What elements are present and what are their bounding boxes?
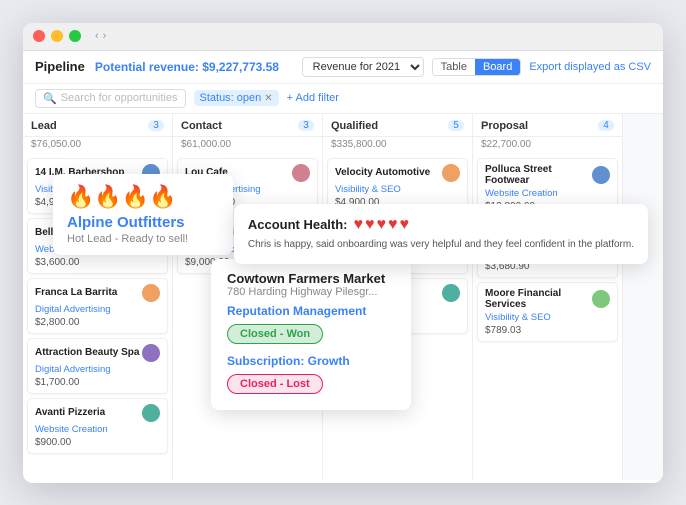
pipeline-title: Pipeline [35,59,85,74]
health-text: Chris is happy, said onboarding was very… [248,238,634,252]
app-window: ‹ › Pipeline Potential revenue: $9,227,7… [23,23,663,483]
closed-won-badge: Closed - Won [227,324,323,344]
heart-icon: ♥ [365,216,375,234]
heart-icon: ♥ [377,216,387,234]
search-box[interactable]: 🔍 Search for opportunities [35,89,186,108]
export-button[interactable]: Export displayed as CSV [529,61,651,73]
toolbar: Pipeline Potential revenue: $9,227,773.5… [23,51,663,84]
title-bar: ‹ › [23,23,663,51]
list-item[interactable]: Avanti Pizzeria Website Creation $900.00 [27,398,168,454]
view-toggle: Table Board [432,58,522,76]
avatar [442,284,460,302]
avatar [142,404,160,422]
board-area: Lead 3 $76,050.00 14 I.M. Barbershop Vis… [23,114,663,480]
deal-company-name: Cowtown Farmers Market [227,271,395,286]
close-button[interactable] [33,30,45,42]
filter-bar: 🔍 Search for opportunities Status: open … [23,84,663,114]
revenue-year-dropdown[interactable]: Revenue for 2021 [302,57,424,77]
avatar [592,166,610,184]
qualified-column-header: Qualified 5 [323,114,472,137]
hot-lead-tooltip: 🔥🔥🔥🔥 Alpine Outfitters Hot Lead - Ready … [53,174,233,255]
forward-arrow-icon[interactable]: › [103,30,107,42]
heart-icon: ♥ [388,216,398,234]
avatar [142,344,160,362]
deal-service1: Reputation Management [227,304,395,318]
avatar [142,284,160,302]
deal-address: 780 Harding Highway Pilesgr... [227,286,395,298]
list-item[interactable]: Moore Financial Services Visibility & SE… [477,282,618,342]
search-icon: 🔍 [43,92,57,105]
deal-service2: Subscription: Growth [227,354,395,368]
lead-column: Lead 3 $76,050.00 14 I.M. Barbershop Vis… [23,114,173,480]
closed-lost-badge: Closed - Lost [227,374,323,394]
minimize-button[interactable] [51,30,63,42]
avatar [442,164,460,182]
back-arrow-icon[interactable]: ‹ [95,30,99,42]
proposal-column: Proposal 4 $22,700.00 Polluca Street Foo… [473,114,623,480]
maximize-button[interactable] [69,30,81,42]
board-view-button[interactable]: Board [475,59,520,75]
hot-company-name: Alpine Outfitters [67,214,219,231]
list-item[interactable]: Franca La Barrita Digital Advertising $2… [27,278,168,334]
status-filter-chip[interactable]: Status: open ✕ [194,90,279,106]
hot-label: Hot Lead - Ready to sell! [67,233,219,245]
hearts-row: ♥ ♥ ♥ ♥ ♥ [354,216,410,234]
remove-filter-icon[interactable]: ✕ [264,93,272,104]
table-view-button[interactable]: Table [433,59,475,75]
proposal-column-header: Proposal 4 [473,114,622,137]
deal-tooltip: Cowtown Farmers Market 780 Harding Highw… [211,259,411,410]
add-filter-button[interactable]: + Add filter [287,92,339,104]
search-placeholder: Search for opportunities [61,92,178,104]
health-title: Account Health: ♥ ♥ ♥ ♥ ♥ [248,216,634,234]
proposal-cards: Polluca Street Footwear Website Creation… [473,154,622,480]
contact-column-header: Contact 3 [173,114,322,137]
heart-icon: ♥ [400,216,410,234]
heart-icon: ♥ [354,216,364,234]
list-item[interactable]: Attraction Beauty Spa Digital Advertisin… [27,338,168,394]
revenue-label: Potential revenue: $9,227,773.58 [95,60,279,74]
lead-column-header: Lead 3 [23,114,172,137]
flame-row: 🔥🔥🔥🔥 [67,184,219,210]
flame-icon: 🔥🔥🔥🔥 [67,184,177,210]
avatar [592,290,610,308]
account-health-tooltip: Account Health: ♥ ♥ ♥ ♥ ♥ Chris is happy… [234,204,648,264]
avatar [292,164,310,182]
